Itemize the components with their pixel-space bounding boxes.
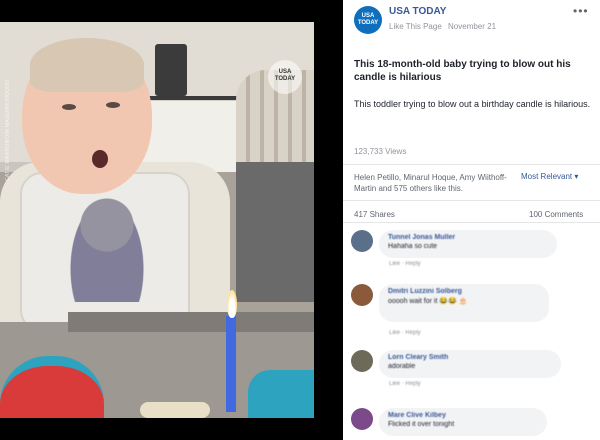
post-date[interactable]: November 21 bbox=[448, 22, 496, 31]
comment-text: adorable bbox=[388, 363, 416, 370]
commenter-name[interactable]: Dmitri Luzzini Solberg bbox=[388, 288, 540, 295]
comment-text: ooooh wait for it 😂😂 🎂 bbox=[388, 298, 468, 305]
video-credit: CATIE MARRON/JIM MAGUIRE/HOUGH bbox=[5, 79, 11, 181]
comment-count[interactable]: 100 Comments bbox=[529, 210, 583, 219]
comment-actions[interactable]: Like · Reply bbox=[389, 330, 421, 336]
comment-bubble: Dmitri Luzzini Solberg ooooh wait for it… bbox=[379, 284, 549, 322]
comment-bubble: Mare Clive Kilbey Flicked it over tonigh… bbox=[379, 408, 547, 436]
video-baby-eye-left bbox=[62, 104, 76, 110]
facebook-video-viewer: USA TODAY CATIE MARRON/JIM MAGUIRE/HOUGH… bbox=[0, 0, 600, 440]
page-name-link[interactable]: USA TODAY bbox=[389, 6, 446, 17]
commenter-name[interactable]: Mare Clive Kilbey bbox=[388, 412, 538, 419]
commenter-avatar[interactable] bbox=[351, 284, 373, 306]
divider bbox=[343, 222, 600, 223]
video-blue-lid bbox=[248, 370, 314, 418]
post-meta: Like This Page November 21 bbox=[389, 22, 500, 31]
divider bbox=[343, 200, 600, 201]
commenter-avatar[interactable] bbox=[351, 230, 373, 252]
divider bbox=[343, 164, 600, 165]
commenter-name[interactable]: Tunnel Jonas Muller bbox=[388, 234, 548, 241]
video-appliance bbox=[155, 44, 187, 96]
commenter-avatar[interactable] bbox=[351, 408, 373, 430]
post-panel: USA TODAY USA TODAY Like This Page Novem… bbox=[343, 0, 600, 440]
video-watermark-logo: USA TODAY bbox=[268, 60, 302, 94]
likers-summary[interactable]: Helen Petillo, Minarul Hoque, Amy Wiitho… bbox=[354, 172, 514, 194]
video-player[interactable]: USA TODAY CATIE MARRON/JIM MAGUIRE/HOUGH bbox=[0, 22, 314, 418]
video-tray-edge bbox=[68, 312, 314, 332]
comment-sort-dropdown[interactable]: Most Relevant ▾ bbox=[521, 172, 578, 181]
comment-actions[interactable]: Like · Reply bbox=[389, 261, 421, 267]
comment-actions[interactable]: Like · Reply bbox=[389, 381, 421, 387]
post-title: This 18-month-old baby trying to blow ou… bbox=[354, 59, 571, 83]
post-description: This toddler trying to blow out a birthd… bbox=[354, 99, 591, 109]
comment-text: Hahaha so cute bbox=[388, 243, 438, 250]
view-count: 123,733 Views bbox=[354, 147, 407, 156]
video-baby-mouth bbox=[92, 150, 108, 168]
video-bib-bear bbox=[66, 192, 148, 302]
page-avatar[interactable]: USA TODAY bbox=[354, 6, 382, 34]
video-candle bbox=[226, 316, 236, 412]
commenter-name[interactable]: Lorn Cleary Smith bbox=[388, 354, 552, 361]
video-candle-flame bbox=[227, 290, 237, 318]
more-options-icon[interactable]: ••• bbox=[573, 4, 589, 18]
comment-bubble: Lorn Cleary Smith adorable bbox=[379, 350, 561, 378]
video-cake bbox=[140, 402, 210, 418]
comment-text: Flicked it over tonight bbox=[388, 421, 455, 428]
video-baby-eye-right bbox=[106, 102, 120, 108]
video-baby-hair bbox=[30, 38, 144, 92]
like-page-link[interactable]: Like This Page bbox=[389, 22, 442, 31]
comment-bubble: Tunnel Jonas Muller Hahaha so cute bbox=[379, 230, 557, 258]
share-count[interactable]: 417 Shares bbox=[354, 210, 395, 219]
video-adult-shirt bbox=[236, 162, 314, 302]
commenter-avatar[interactable] bbox=[351, 350, 373, 372]
